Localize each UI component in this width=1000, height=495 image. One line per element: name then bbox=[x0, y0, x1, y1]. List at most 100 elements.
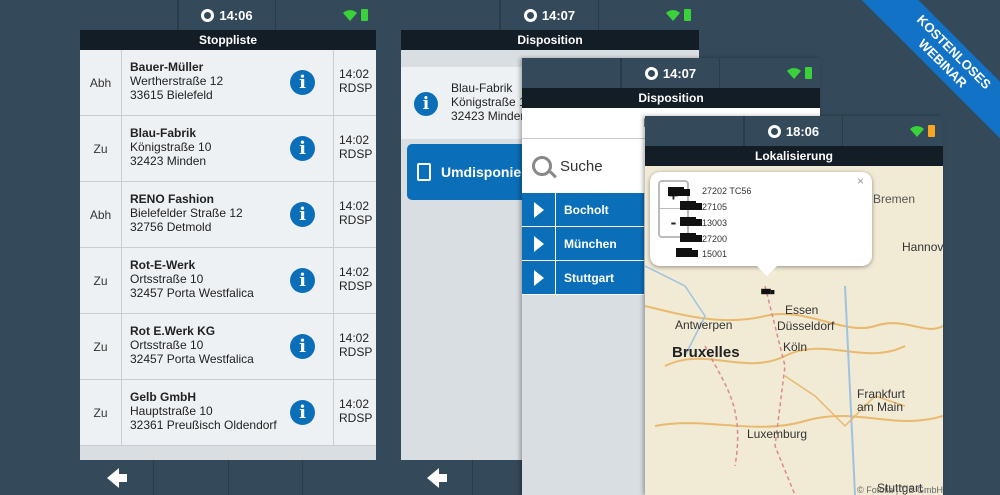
table-row[interactable]: Zu Blau-Fabrik Königstraße 10 32423 Minden… bbox=[80, 116, 376, 182]
truck-icon bbox=[680, 217, 702, 226]
status-bar: 18:06 bbox=[645, 116, 943, 146]
stop-city: 32423 Minden bbox=[130, 154, 207, 168]
truck-icon bbox=[668, 187, 690, 196]
list-item[interactable]: München bbox=[522, 227, 644, 261]
info-icon[interactable]: i bbox=[290, 334, 315, 359]
page-title: Disposition bbox=[401, 30, 699, 50]
map-place: Düsseldorf bbox=[777, 319, 835, 333]
clock: 14:06 bbox=[178, 0, 276, 30]
localization-screen: 18:06 Lokalisierung Bremen Hannov Essen … bbox=[645, 116, 943, 495]
stop-city: 33615 Bielefeld bbox=[130, 88, 213, 102]
map-place: Bruxelles bbox=[672, 344, 740, 361]
table-row[interactable]: Abh RENO Fashion Bielefelder Straße 12 327… bbox=[80, 182, 376, 248]
truck-icon bbox=[680, 233, 702, 242]
play-arrow-icon bbox=[533, 269, 544, 286]
list-item[interactable]: Stuttgart bbox=[522, 261, 644, 295]
vehicle-label: 13003 bbox=[702, 218, 728, 228]
stop-type: Abh bbox=[80, 50, 122, 115]
stop-time: 14:02 bbox=[339, 397, 370, 411]
clock: 18:06 bbox=[744, 116, 843, 146]
stop-type: Zu bbox=[80, 116, 122, 181]
map-view[interactable]: Bremen Hannov Essen Antwerpen Düsseldorf… bbox=[645, 166, 943, 495]
stop-code: RDSP bbox=[339, 147, 373, 161]
stop-code: RDSP bbox=[339, 81, 373, 95]
map-place: Antwerpen bbox=[675, 318, 733, 332]
table-row[interactable]: Abh Bauer-Müller Wertherstraße 12 33615 Bi… bbox=[80, 50, 376, 116]
play-arrow-icon bbox=[533, 201, 544, 218]
stop-time: 14:02 bbox=[339, 331, 370, 345]
status-bar: 14:07 bbox=[401, 0, 699, 30]
back-arrow-icon bbox=[106, 467, 127, 488]
stop-code: RDSP bbox=[339, 279, 373, 293]
stoppliste-screen: 14:06 Stoppliste Abh Bauer-Müller Werther… bbox=[80, 0, 376, 495]
clock-icon bbox=[523, 8, 537, 22]
vehicle-label: 27200 bbox=[702, 234, 728, 244]
wifi-icon bbox=[910, 125, 924, 137]
back-button[interactable] bbox=[401, 460, 473, 495]
back-arrow-icon bbox=[426, 467, 447, 488]
clock: 14:07 bbox=[500, 0, 599, 30]
clipboard-icon bbox=[417, 163, 431, 181]
stop-code: RDSP bbox=[339, 411, 373, 425]
city-list: Bocholt München Stuttgart bbox=[522, 193, 644, 295]
wifi-icon bbox=[787, 67, 801, 79]
table-row[interactable]: Zu Gelb GmbH Hauptstraße 10 32361 Preußisc… bbox=[80, 380, 376, 446]
battery-icon bbox=[805, 67, 812, 79]
info-icon[interactable]: i bbox=[290, 268, 315, 293]
stop-code: RDSP bbox=[339, 345, 373, 359]
search-input[interactable]: Suche bbox=[560, 158, 603, 175]
clock: 14:07 bbox=[621, 58, 720, 88]
clock-icon bbox=[201, 8, 215, 22]
info-icon[interactable]: i bbox=[290, 202, 315, 227]
page-title: Stoppliste bbox=[80, 30, 376, 50]
status-bar: 14:07 bbox=[522, 58, 820, 88]
map-place: Köln bbox=[783, 340, 808, 354]
info-icon[interactable]: i bbox=[290, 70, 315, 95]
clock-icon bbox=[644, 66, 658, 80]
stop-street: Königstraße 10 bbox=[130, 140, 212, 154]
info-icon[interactable]: i bbox=[414, 92, 438, 116]
stop-name: Blau-Fabrik bbox=[451, 81, 513, 95]
vehicle-label: 27105 bbox=[702, 202, 728, 212]
status-bar: 14:06 bbox=[80, 0, 376, 30]
clock-icon bbox=[767, 124, 781, 138]
info-icon[interactable]: i bbox=[290, 136, 315, 161]
battery-icon bbox=[684, 9, 691, 21]
map-place: Hannov bbox=[902, 240, 943, 254]
stop-time: 14:02 bbox=[339, 265, 370, 279]
battery-icon bbox=[361, 9, 368, 21]
stop-city: 32457 Porta Westfalica bbox=[130, 286, 254, 300]
list-item[interactable]: Bocholt bbox=[522, 193, 644, 227]
stop-code: RDSP bbox=[339, 213, 373, 227]
stop-street: Bielefelder Straße 12 bbox=[130, 206, 243, 220]
table-row[interactable]: Zu Rot E.Werk KG Ortsstraße 10 32457 Porta… bbox=[80, 314, 376, 380]
search-icon bbox=[532, 156, 552, 176]
back-button[interactable] bbox=[80, 460, 155, 495]
map-place: Essen bbox=[785, 303, 819, 317]
page-title: Disposition bbox=[522, 88, 820, 108]
map-place: Luxemburg bbox=[747, 427, 808, 441]
battery-low-icon bbox=[928, 125, 935, 137]
stop-street: Ortsstraße 10 bbox=[130, 338, 204, 352]
stop-city: 32423 Minden bbox=[451, 109, 528, 123]
truck-icon bbox=[676, 248, 698, 257]
map-place: Bremen bbox=[873, 192, 916, 206]
stop-type: Zu bbox=[80, 314, 122, 379]
vehicle-popup: × + - 27202 TC56 27105 13003 27200 15001 bbox=[650, 172, 872, 276]
close-icon[interactable]: × bbox=[857, 174, 864, 188]
table-row[interactable]: Zu Rot-E-Werk Ortsstraße 10 32457 Porta We… bbox=[80, 248, 376, 314]
wifi-icon bbox=[666, 9, 680, 21]
info-icon[interactable]: i bbox=[290, 400, 315, 425]
stop-type: Zu bbox=[80, 380, 122, 445]
stop-time: 14:02 bbox=[339, 67, 370, 81]
map-place: Frankfurt am Main bbox=[857, 387, 906, 414]
page-title: Lokalisierung bbox=[645, 146, 943, 166]
stop-city: 32756 Detmold bbox=[130, 220, 212, 234]
stop-type: Abh bbox=[80, 182, 122, 247]
stop-street: Hauptstraße 10 bbox=[130, 404, 213, 418]
bottom-bar bbox=[80, 460, 376, 495]
truck-marker[interactable] bbox=[761, 288, 775, 295]
stop-city: 32457 Porta Westfalica bbox=[130, 352, 254, 366]
stop-street: Wertherstraße 12 bbox=[130, 74, 224, 88]
play-arrow-icon bbox=[533, 235, 544, 252]
